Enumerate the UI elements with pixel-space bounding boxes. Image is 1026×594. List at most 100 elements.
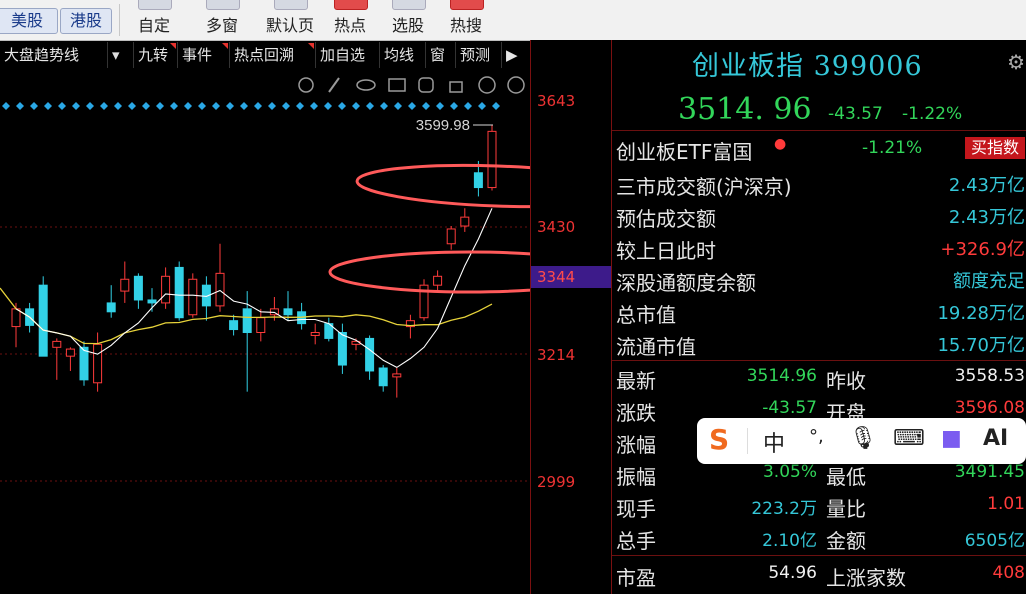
forecast-button[interactable]: 预测 [456, 42, 502, 68]
candle[interactable] [433, 275, 443, 286]
quote-label: 涨幅 [616, 433, 656, 457]
custom-button[interactable]: 自定 [126, 0, 182, 40]
diamond-marker-icon [464, 102, 472, 110]
hot-backtrack-button[interactable]: 热点回溯 [230, 42, 316, 68]
candle[interactable] [174, 266, 184, 319]
candle[interactable] [120, 278, 130, 292]
candle[interactable] [487, 130, 497, 189]
skin-icon[interactable]: ■ [941, 426, 962, 451]
play-end-icon[interactable]: ▶ [502, 42, 530, 68]
settings-icon[interactable] [298, 77, 314, 93]
candle[interactable] [460, 216, 470, 227]
zoom-in-icon[interactable] [478, 76, 496, 94]
candle[interactable] [161, 275, 171, 304]
keyboard-icon[interactable]: ⌨ [893, 426, 925, 451]
ai-assistant-button[interactable]: AI [983, 426, 1008, 451]
candle[interactable] [256, 317, 266, 334]
diamond-marker-icon [310, 102, 318, 110]
trend-line-button[interactable]: 大盘趋势线 [0, 42, 108, 68]
candle[interactable] [337, 332, 347, 366]
hot-search-label: 热搜 [449, 16, 482, 35]
candle[interactable] [147, 299, 157, 304]
candle[interactable] [392, 373, 402, 378]
divider [612, 555, 1026, 556]
candle[interactable] [473, 172, 483, 189]
quote-value: 2.10亿 [762, 531, 817, 551]
info-label: 三市成交额(沪深京) [616, 175, 792, 199]
quote-label: 总手 [616, 529, 656, 553]
candle[interactable] [365, 337, 375, 372]
pen-icon[interactable] [328, 77, 340, 93]
chart-tools [298, 76, 525, 94]
candle[interactable] [446, 228, 456, 245]
microphone-icon[interactable]: 🎙 [849, 426, 877, 451]
window-button[interactable]: 窗 [426, 42, 456, 68]
zoom-out-icon[interactable] [507, 76, 525, 94]
default-page-icon [274, 0, 308, 10]
candle[interactable] [52, 340, 62, 348]
diamond-marker-icon [198, 102, 206, 110]
diamond-marker-icon [380, 102, 388, 110]
candle[interactable] [93, 343, 103, 384]
diamond-marker-icon [44, 102, 52, 110]
quote-value: 3491.45 [954, 462, 1025, 482]
candle[interactable] [378, 367, 388, 387]
dot-icon: ● [774, 136, 787, 152]
diamond-marker-icon [142, 102, 150, 110]
etf-row[interactable]: 创业板ETF富国 ● -1.21% [612, 134, 1026, 164]
events-label: 事件 [182, 46, 213, 64]
hot-search-button[interactable]: 热搜 [440, 0, 492, 40]
hot-button[interactable]: 热点 [324, 0, 376, 40]
diamond-marker-icon [226, 102, 234, 110]
diamond-marker-icon [170, 102, 178, 110]
candle[interactable] [65, 348, 75, 357]
diamond-marker-icon [338, 102, 346, 110]
info-row: 预估成交额 2.43万亿 [612, 201, 1026, 231]
candle[interactable] [229, 320, 239, 331]
hot-backtrack-label: 热点回溯 [234, 46, 295, 64]
buy-index-button[interactable]: 买指数 [964, 137, 1025, 159]
y-tick: 3643 [537, 92, 576, 110]
gear-icon[interactable]: ⚙ [1007, 50, 1025, 74]
hand-icon[interactable] [418, 77, 434, 93]
diamond-marker-icon [240, 102, 248, 110]
eye-icon[interactable] [356, 79, 376, 91]
hot-icon [334, 0, 368, 10]
kline-chart[interactable]: 3599.98 [0, 68, 530, 594]
nine-turn-button[interactable]: 九转 [134, 42, 178, 68]
info-value: 19.28万亿 [937, 303, 1025, 324]
quote-label: 振幅 [616, 465, 656, 489]
candle[interactable] [79, 346, 89, 381]
diamond-marker-icon [156, 102, 164, 110]
diamond-marker-icon [436, 102, 444, 110]
current-price: 3514. 96 [678, 92, 812, 127]
default-page-button[interactable]: 默认页 [258, 0, 322, 40]
tab-us-stocks[interactable]: 美股 [0, 8, 58, 34]
multi-window-button[interactable]: 多窗 [194, 0, 250, 40]
punctuation-button[interactable]: °, [809, 426, 824, 447]
triangle-down-icon[interactable]: ▾ [108, 42, 134, 68]
diamond-marker-icon [352, 102, 360, 110]
candle[interactable] [188, 278, 198, 316]
diamond-marker-icon [450, 102, 458, 110]
stock-picker-button[interactable]: 选股 [382, 0, 434, 40]
add-watchlist-button[interactable]: 加自选 [316, 42, 380, 68]
candle[interactable] [106, 302, 116, 313]
candle[interactable] [38, 284, 48, 357]
tab-hk-stocks[interactable]: 港股 [60, 8, 112, 34]
candle[interactable] [310, 332, 320, 336]
moving-average-button[interactable]: 均线 [380, 42, 426, 68]
diamond-marker-icon [478, 102, 486, 110]
chinese-mode-button[interactable]: 中 [763, 426, 785, 458]
lock-icon[interactable] [449, 81, 463, 93]
candle[interactable] [11, 308, 21, 328]
events-button[interactable]: 事件 [178, 42, 230, 68]
candle[interactable] [283, 308, 293, 316]
main-toolbar: 美股 港股 自定 多窗 默认页 热点 选股 热搜 [0, 0, 1026, 41]
candle[interactable] [215, 272, 225, 307]
quote-value: 54.96 [768, 563, 817, 583]
candle[interactable] [242, 308, 252, 334]
sogou-logo-icon[interactable]: S [709, 423, 739, 457]
box-icon[interactable] [388, 78, 406, 92]
candle[interactable] [133, 275, 143, 301]
